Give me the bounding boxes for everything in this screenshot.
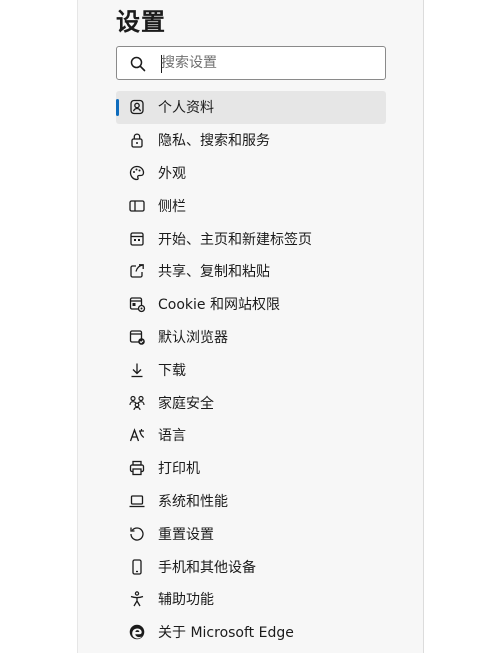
nav-label: 下载 bbox=[158, 362, 186, 379]
profile-icon bbox=[128, 98, 146, 116]
nav-item-language[interactable]: 语言 bbox=[116, 419, 386, 452]
nav-label: 家庭安全 bbox=[158, 395, 214, 412]
nav-label: 重置设置 bbox=[158, 526, 214, 543]
search-box[interactable] bbox=[116, 46, 386, 80]
site-permissions-icon bbox=[128, 295, 146, 313]
lock-icon bbox=[128, 131, 146, 149]
language-icon bbox=[128, 426, 146, 444]
nav-label: 隐私、搜索和服务 bbox=[158, 133, 270, 150]
nav-item-devices[interactable]: 手机和其他设备 bbox=[116, 550, 386, 583]
accessibility-icon bbox=[128, 590, 146, 608]
nav-label: 外观 bbox=[158, 165, 186, 182]
nav-label: 手机和其他设备 bbox=[158, 559, 256, 576]
nav-item-profile[interactable]: 个人资料 bbox=[116, 91, 386, 124]
nav-label: 个人资料 bbox=[158, 100, 214, 117]
nav-label: 辅助功能 bbox=[158, 592, 214, 609]
nav-label: 语言 bbox=[158, 428, 186, 445]
nav-label: 默认浏览器 bbox=[158, 329, 228, 346]
printer-icon bbox=[128, 459, 146, 477]
nav-label: 侧栏 bbox=[158, 198, 186, 215]
page-title: 设置 bbox=[116, 8, 166, 36]
sidebar-icon bbox=[128, 197, 146, 215]
download-icon bbox=[128, 361, 146, 379]
phone-icon bbox=[128, 558, 146, 576]
family-icon bbox=[128, 394, 146, 412]
nav-item-printers[interactable]: 打印机 bbox=[116, 452, 386, 485]
nav-item-family[interactable]: 家庭安全 bbox=[116, 386, 386, 419]
nav-item-appearance[interactable]: 外观 bbox=[116, 157, 386, 190]
nav-item-about[interactable]: 关于 Microsoft Edge bbox=[116, 616, 386, 649]
share-icon bbox=[128, 262, 146, 280]
default-browser-icon bbox=[128, 328, 146, 346]
nav-label: 共享、复制和粘贴 bbox=[158, 264, 270, 281]
nav-label: 关于 Microsoft Edge bbox=[158, 625, 294, 642]
laptop-icon bbox=[128, 492, 146, 510]
nav-label: Cookie 和网站权限 bbox=[158, 297, 280, 314]
reset-icon bbox=[128, 525, 146, 543]
nav-label: 开始、主页和新建标签页 bbox=[158, 231, 312, 248]
nav-item-downloads[interactable]: 下载 bbox=[116, 353, 386, 386]
search-icon bbox=[129, 55, 147, 73]
settings-nav: 个人资料 隐私、搜索和服务 外观 侧栏 开始、主页和新建标签页 共享、复制和粘贴… bbox=[116, 91, 386, 649]
nav-item-share[interactable]: 共享、复制和粘贴 bbox=[116, 255, 386, 288]
nav-item-system[interactable]: 系统和性能 bbox=[116, 485, 386, 518]
nav-item-sidebar[interactable]: 侧栏 bbox=[116, 189, 386, 222]
nav-item-default-browser[interactable]: 默认浏览器 bbox=[116, 321, 386, 354]
search-input[interactable] bbox=[161, 51, 377, 75]
nav-label: 打印机 bbox=[158, 461, 200, 478]
settings-panel: 设置 个人资料 隐私、搜索和服务 外观 bbox=[77, 0, 424, 653]
nav-item-start-home[interactable]: 开始、主页和新建标签页 bbox=[116, 222, 386, 255]
edge-logo-icon bbox=[128, 623, 146, 641]
nav-item-accessibility[interactable]: 辅助功能 bbox=[116, 583, 386, 616]
nav-label: 系统和性能 bbox=[158, 493, 228, 510]
nav-item-privacy[interactable]: 隐私、搜索和服务 bbox=[116, 124, 386, 157]
palette-icon bbox=[128, 164, 146, 182]
home-tab-icon bbox=[128, 230, 146, 248]
nav-item-reset[interactable]: 重置设置 bbox=[116, 517, 386, 550]
nav-item-cookies[interactable]: Cookie 和网站权限 bbox=[116, 288, 386, 321]
